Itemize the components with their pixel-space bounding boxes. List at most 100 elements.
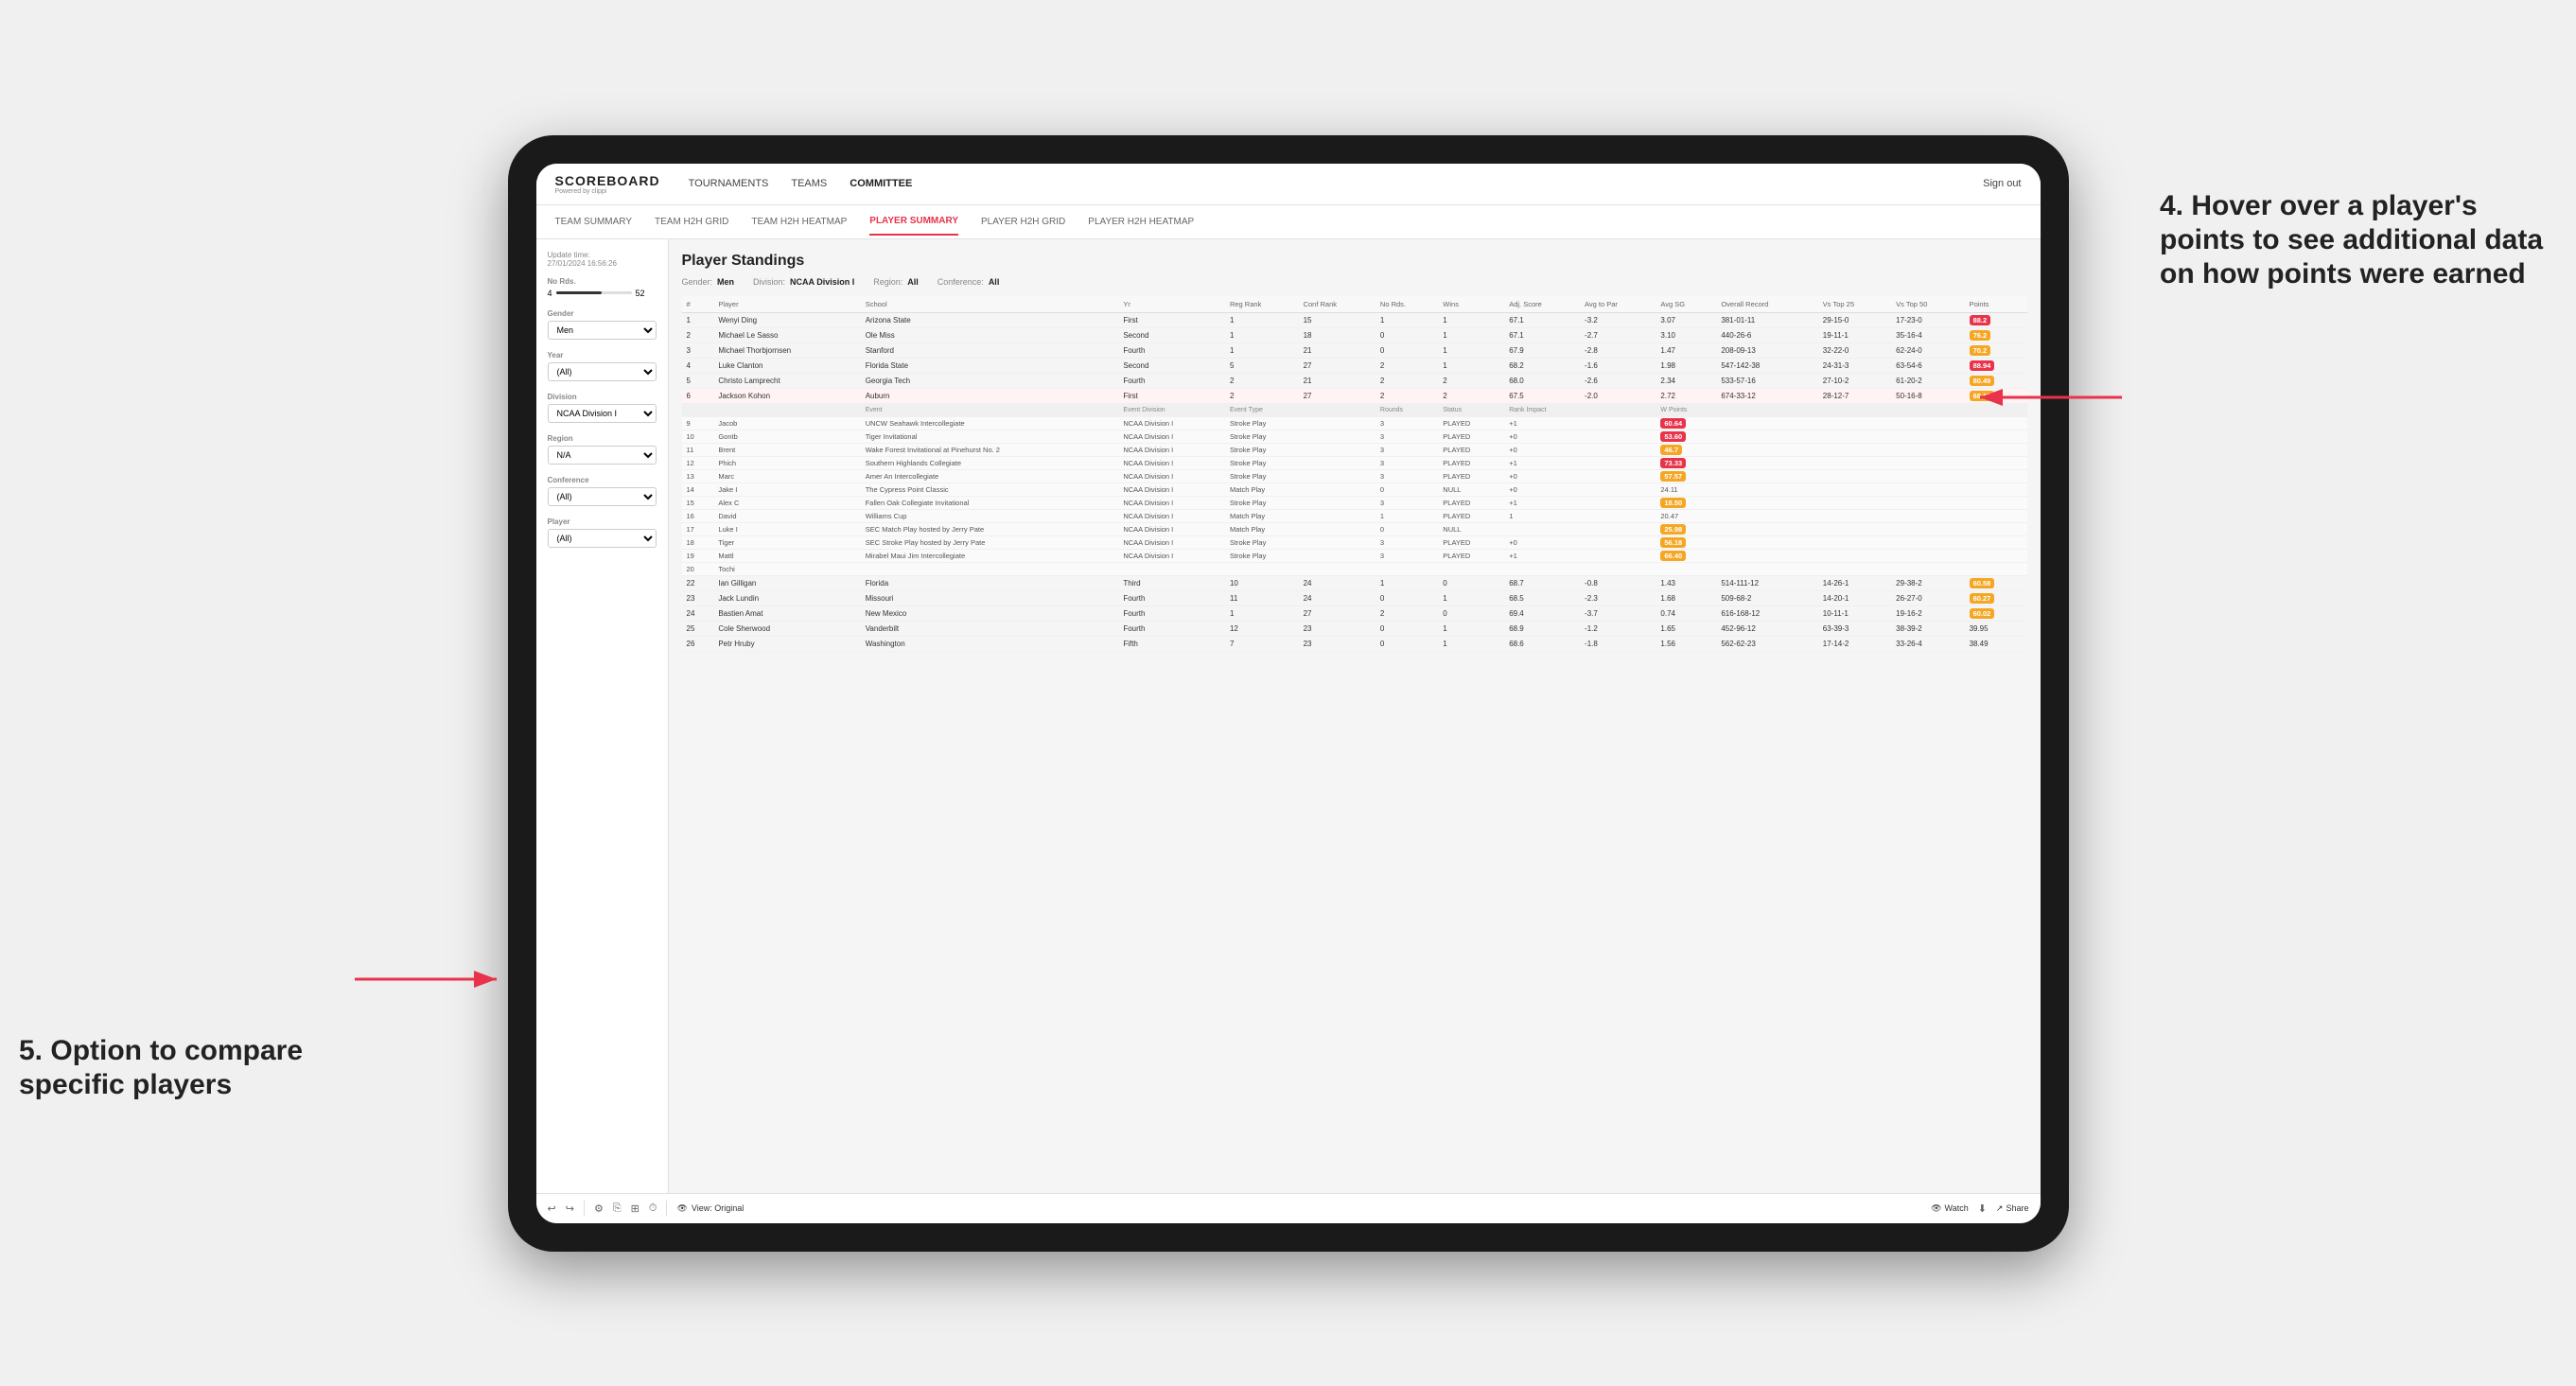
filter-region: Region: All [873, 277, 919, 287]
year-label: Year [548, 351, 657, 360]
tab-team-summary[interactable]: TEAM SUMMARY [555, 209, 633, 235]
table-row: 5Christo LamprechtGeorgia TechFourth 221… [682, 373, 2027, 388]
table-row: 24Bastien AmatNew MexicoFourth 1272069.4… [682, 605, 2027, 621]
col-adj-score: Adj. Score [1504, 296, 1580, 313]
filter-conference: Conference: All [938, 277, 1000, 287]
vs25: 29-15-0 [1818, 312, 1891, 327]
tab-player-h2h-heatmap[interactable]: PLAYER H2H HEATMAP [1088, 209, 1194, 235]
event-row: 13Marc Amer An Intercollegiate NCAA Divi… [682, 469, 2027, 482]
logo-area: SCOREBOARD Powered by clippi [555, 173, 660, 195]
share-button[interactable]: ↗ Share [1996, 1203, 2029, 1214]
table-row-highlighted: 6Jackson KohonAuburnFirst 2272267.5-2.02… [682, 388, 2027, 403]
download-button[interactable]: ⬇ [1978, 1202, 1987, 1215]
tablet-screen: SCOREBOARD Powered by clippi TOURNAMENTS… [536, 164, 2041, 1223]
sidebar: Update time: 27/01/2024 16:56:26 No Rds.… [536, 239, 669, 1193]
bottom-toolbar: ↩ ↪ ⚙ ⎘ ⊞ ⏱ 👁 View: Original 👁 Watch ⬇ ↗… [536, 1193, 2041, 1223]
player-select[interactable]: (All) [548, 529, 657, 548]
nav-committee[interactable]: COMMITTEE [850, 174, 912, 193]
standings-table: # Player School Yr Reg Rank Conf Rank No… [682, 296, 2027, 652]
no-rds-slider[interactable] [556, 291, 632, 294]
points[interactable]: 88.2 [1965, 312, 2027, 327]
page-title: Player Standings [682, 253, 2027, 270]
watch-button[interactable]: 👁 Watch [1931, 1203, 1969, 1214]
division-select[interactable]: NCAA Division I [548, 404, 657, 423]
region-section: Region N/A [548, 434, 657, 465]
view-original-button[interactable]: 👁 View: Original [676, 1203, 744, 1214]
nav-teams[interactable]: TEAMS [791, 174, 827, 193]
event-row: 14Jake I The Cypress Point Classic NCAA … [682, 482, 2027, 496]
annotation-hover-points: 4. Hover over a player's points to see a… [2160, 189, 2557, 291]
event-row: 18Tiger SEC Stroke Play hosted by Jerry … [682, 535, 2027, 549]
col-yr: Yr [1118, 296, 1225, 313]
undo-button[interactable]: ↩ [548, 1202, 556, 1215]
table-row: 2Michael Le SassoOle MissSecond 1180167.… [682, 327, 2027, 342]
redo-button[interactable]: ↪ [566, 1202, 574, 1215]
tab-player-h2h-grid[interactable]: PLAYER H2H GRID [981, 209, 1065, 235]
conference-select[interactable]: (All) [548, 487, 657, 506]
region-select[interactable]: N/A [548, 446, 657, 465]
tab-player-summary[interactable]: PLAYER SUMMARY [869, 208, 958, 236]
record: 381-01-11 [1716, 312, 1817, 327]
toolbar-divider-2 [666, 1201, 667, 1216]
table-row: 4Luke ClantonFlorida StateSecond 5272168… [682, 358, 2027, 373]
table-row: 3Michael ThorbjornsenStanfordFourth 1210… [682, 342, 2027, 358]
toolbar-divider-1 [584, 1201, 585, 1216]
player-name: Wenyi Ding [713, 312, 860, 327]
gender-select[interactable]: Men Women [548, 321, 657, 340]
event-row: 17Luke I SEC Match Play hosted by Jerry … [682, 522, 2027, 535]
year-select[interactable]: (All) [548, 362, 657, 381]
filter-division: Division: NCAA Division I [753, 277, 854, 287]
filter-region-label: Region: [873, 277, 902, 287]
update-time: Update time: 27/01/2024 16:56:26 [548, 251, 657, 268]
wins: 1 [1438, 312, 1504, 327]
watch-label: Watch [1945, 1203, 1969, 1213]
filter-region-value: All [907, 277, 919, 287]
conference-label: Conference [548, 476, 657, 484]
view-icon: 👁 [676, 1203, 687, 1214]
adj-score: 67.1 [1504, 312, 1580, 327]
sub-nav: TEAM SUMMARY TEAM H2H GRID TEAM H2H HEAT… [536, 205, 2041, 239]
filter-conference-value: All [989, 277, 1000, 287]
col-no-rds: No Rds. [1376, 296, 1438, 313]
event-row: 16David Williams Cup NCAA Division IMatc… [682, 509, 2027, 522]
layout-button[interactable]: ⊞ [631, 1202, 640, 1215]
col-record: Overall Record [1716, 296, 1817, 313]
nav-tournaments[interactable]: TOURNAMENTS [689, 174, 769, 193]
table-header-row: # Player School Yr Reg Rank Conf Rank No… [682, 296, 2027, 313]
event-row: 9Jacob UNCW Seahawk Intercollegiate NCAA… [682, 416, 2027, 430]
no-rds: 1 [1376, 312, 1438, 327]
filter-division-label: Division: [753, 277, 785, 287]
tab-team-h2h-grid[interactable]: TEAM H2H GRID [655, 209, 728, 235]
copy-button[interactable]: ⎘ [613, 1202, 622, 1215]
vs50: 17-23-0 [1891, 312, 1964, 327]
school: Arizona State [861, 312, 1119, 327]
table-row: 25Cole SherwoodVanderbiltFourth 12230168… [682, 621, 2027, 636]
table-row: 22Ian GilliganFloridaThird 10241068.7-0.… [682, 575, 2027, 590]
gender-label: Gender [548, 309, 657, 318]
division-section: Division NCAA Division I [548, 393, 657, 423]
col-points: Points [1965, 296, 2027, 313]
conf-rank: 15 [1299, 312, 1376, 327]
sign-out-button[interactable]: Sign out [1983, 178, 2021, 189]
col-rank: # [682, 296, 714, 313]
col-vs25: Vs Top 25 [1818, 296, 1891, 313]
conference-section: Conference (All) [548, 476, 657, 506]
clock-button[interactable]: ⏱ [649, 1202, 657, 1215]
logo-sub: Powered by clippi [555, 188, 660, 195]
left-arrow [336, 951, 525, 1008]
table-row: 26Petr HrubyWashingtonFifth 7230168.6-1.… [682, 636, 2027, 651]
no-rds-min: 4 [548, 289, 552, 298]
event-row: 11Brent Wake Forest Invitational at Pine… [682, 443, 2027, 456]
filter-gender-value: Men [717, 277, 734, 287]
tablet-frame: SCOREBOARD Powered by clippi TOURNAMENTS… [508, 135, 2069, 1252]
event-row: 15Alex C Fallen Oak Collegiate Invitatio… [682, 496, 2027, 509]
nav-links: TOURNAMENTS TEAMS COMMITTEE [689, 174, 1984, 193]
to-par: -3.2 [1580, 312, 1656, 327]
col-to-par: Avg to Par [1580, 296, 1656, 313]
no-rds-section: No Rds. 4 52 [548, 277, 657, 298]
filter-conference-label: Conference: [938, 277, 984, 287]
rank: 1 [682, 312, 714, 327]
avg-sg: 3.07 [1656, 312, 1716, 327]
tab-team-h2h-heatmap[interactable]: TEAM H2H HEATMAP [751, 209, 847, 235]
settings-button[interactable]: ⚙ [594, 1202, 604, 1215]
